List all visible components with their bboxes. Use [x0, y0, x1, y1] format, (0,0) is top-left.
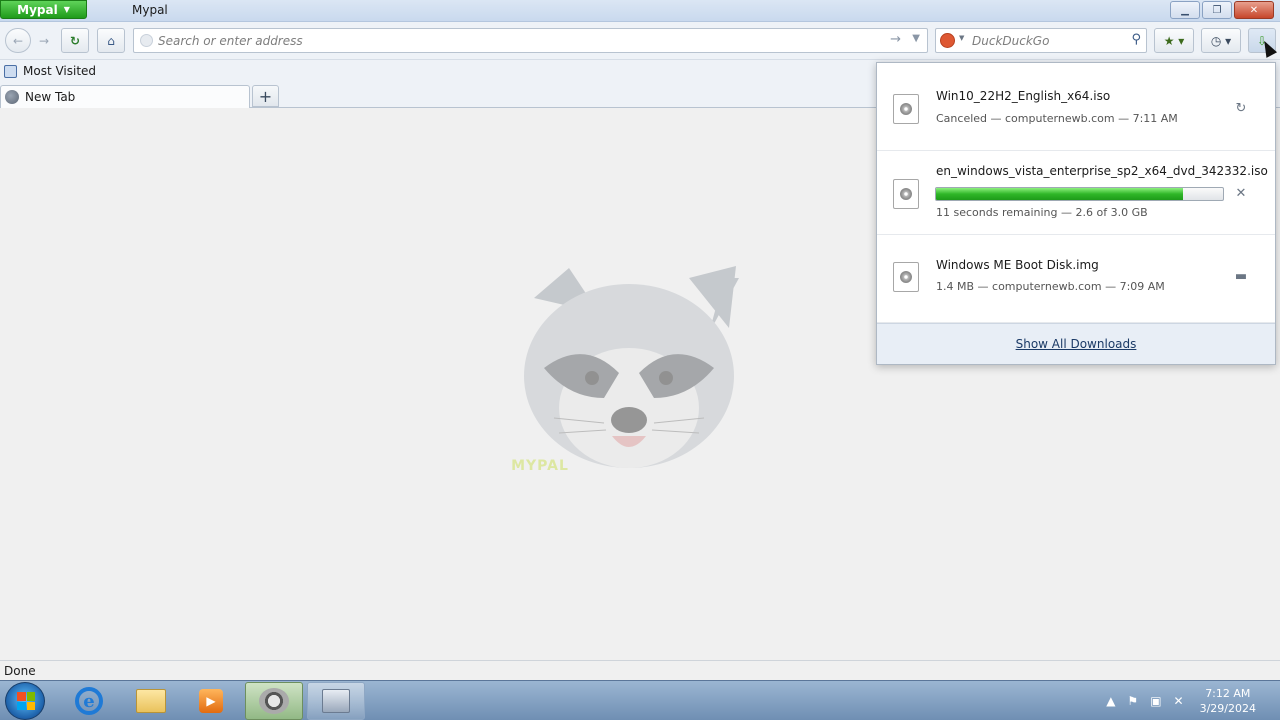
download-item[interactable]: Windows ME Boot Disk.img 1.4 MB — comput… [877, 235, 1275, 323]
start-button[interactable] [5, 682, 45, 720]
plus-icon: + [258, 86, 273, 106]
app-menu-button[interactable]: Mypal ▼ [0, 0, 87, 19]
download-filename: Windows ME Boot Disk.img [936, 258, 1099, 272]
download-filename: Win10_22H2_English_x64.iso [936, 89, 1111, 103]
windows-logo-icon [17, 692, 35, 710]
history-dropdown-icon[interactable]: ▼ [912, 33, 920, 44]
download-status: Canceled — computernewb.com — 7:11 AM [936, 112, 1178, 125]
download-item[interactable]: en_windows_vista_enterprise_sp2_x64_dvd_… [877, 151, 1275, 235]
tab-label: New Tab [25, 90, 76, 104]
star-icon: ★ ▾ [1163, 33, 1185, 48]
download-item[interactable]: Win10_22H2_English_x64.iso Canceled — co… [877, 63, 1275, 151]
download-progress-fill [936, 188, 1183, 200]
volume-muted-icon[interactable]: ✕ [1174, 694, 1184, 708]
download-filename: en_windows_vista_enterprise_sp2_x64_dvd_… [936, 164, 1268, 178]
folder-icon[interactable]: ▬ [1232, 267, 1250, 285]
forward-arrow-icon: → [38, 33, 50, 48]
chevron-down-icon: ▼ [63, 5, 70, 14]
reload-icon: ↻ [69, 33, 81, 48]
network-icon[interactable]: ▣ [1150, 694, 1161, 708]
maximize-button[interactable]: ❐ [1202, 1, 1232, 19]
back-arrow-icon: ← [12, 33, 24, 48]
address-bar[interactable]: → ▼ [133, 28, 928, 53]
disc-image-file-icon [893, 94, 919, 124]
show-all-downloads-link[interactable]: Show All Downloads [1016, 337, 1137, 351]
minimize-button[interactable]: ▁ [1170, 1, 1200, 19]
title-bar: Mypal ▼ Mypal ▁ ❐ ✕ [0, 0, 1280, 22]
globe-icon [5, 90, 19, 104]
mypal-raccoon-icon [259, 688, 289, 714]
computer-icon [322, 689, 350, 713]
media-player-icon: ▶ [199, 689, 223, 713]
clock-date: 3/29/2024 [1199, 702, 1256, 715]
tab-new-tab[interactable]: New Tab [0, 85, 250, 108]
address-input[interactable] [158, 32, 858, 50]
history-button[interactable]: ◷ ▾ [1201, 28, 1241, 53]
globe-icon [140, 34, 153, 47]
back-button[interactable]: ← [5, 28, 31, 53]
window-controls: ▁ ❐ ✕ [1170, 1, 1274, 19]
downloads-panel: Win10_22H2_English_x64.iso Canceled — co… [876, 62, 1276, 365]
chevron-down-icon[interactable]: ▼ [959, 34, 964, 42]
go-arrow-icon[interactable]: → [890, 32, 901, 47]
bookmark-folder-icon [4, 64, 17, 78]
taskbar-clock[interactable]: 7:12 AM 3/29/2024 [1200, 686, 1256, 716]
status-bar: Done [0, 660, 1280, 680]
window-title: Mypal [132, 3, 168, 17]
home-icon: ⌂ [107, 33, 115, 48]
navigation-toolbar: ← → ↻ ⌂ → ▼ ▼ ⚲ ★ ▾ ◷ ▾ ⇩ [0, 22, 1280, 60]
reload-button[interactable]: ↻ [61, 28, 89, 53]
bookmark-most-visited[interactable]: Most Visited [4, 64, 96, 78]
download-progress-bar [935, 187, 1224, 201]
search-engine-icon[interactable] [940, 33, 955, 48]
system-tray: ▲ ⚑ ▣ ✕ 7:12 AM 3/29/2024 [1106, 681, 1280, 720]
taskbar-computer[interactable] [307, 682, 365, 720]
close-button[interactable]: ✕ [1234, 1, 1274, 19]
folder-icon [136, 689, 166, 713]
disc-image-file-icon [893, 179, 919, 209]
clock-time: 7:12 AM [1205, 687, 1251, 700]
taskbar: e ▶ ▲ ⚑ ▣ ✕ 7:12 AM 3/29/2024 [0, 680, 1280, 720]
app-menu-label: Mypal [17, 2, 58, 17]
logo-wordmark: MYPAL [511, 458, 569, 474]
clock-icon: ◷ ▾ [1210, 33, 1232, 48]
taskbar-file-explorer[interactable] [122, 682, 180, 720]
retry-icon[interactable]: ↻ [1232, 99, 1250, 117]
taskbar-internet-explorer[interactable]: e [60, 682, 118, 720]
new-tab-button[interactable]: + [252, 85, 279, 107]
show-all-downloads-footer: Show All Downloads [877, 323, 1275, 364]
home-button[interactable]: ⌂ [97, 28, 125, 53]
forward-button[interactable]: → [33, 28, 55, 53]
search-bar[interactable]: ▼ ⚲ [935, 28, 1147, 53]
search-input[interactable] [972, 32, 1122, 50]
download-status: 11 seconds remaining — 2.6 of 3.0 GB [936, 206, 1148, 219]
cancel-icon[interactable]: ✕ [1232, 184, 1250, 202]
show-hidden-icons-icon[interactable]: ▲ [1106, 694, 1115, 708]
bookmarks-menu-button[interactable]: ★ ▾ [1154, 28, 1194, 53]
action-center-flag-icon[interactable]: ⚑ [1127, 694, 1138, 708]
disk-image-file-icon [893, 262, 919, 292]
search-icon[interactable]: ⚲ [1131, 32, 1141, 47]
bookmark-label: Most Visited [23, 64, 97, 78]
raccoon-logo-icon [524, 266, 739, 468]
taskbar-media-player[interactable]: ▶ [182, 682, 240, 720]
taskbar-mypal[interactable] [245, 682, 303, 720]
download-status: 1.4 MB — computernewb.com — 7:09 AM [936, 280, 1165, 293]
internet-explorer-icon: e [75, 687, 103, 715]
